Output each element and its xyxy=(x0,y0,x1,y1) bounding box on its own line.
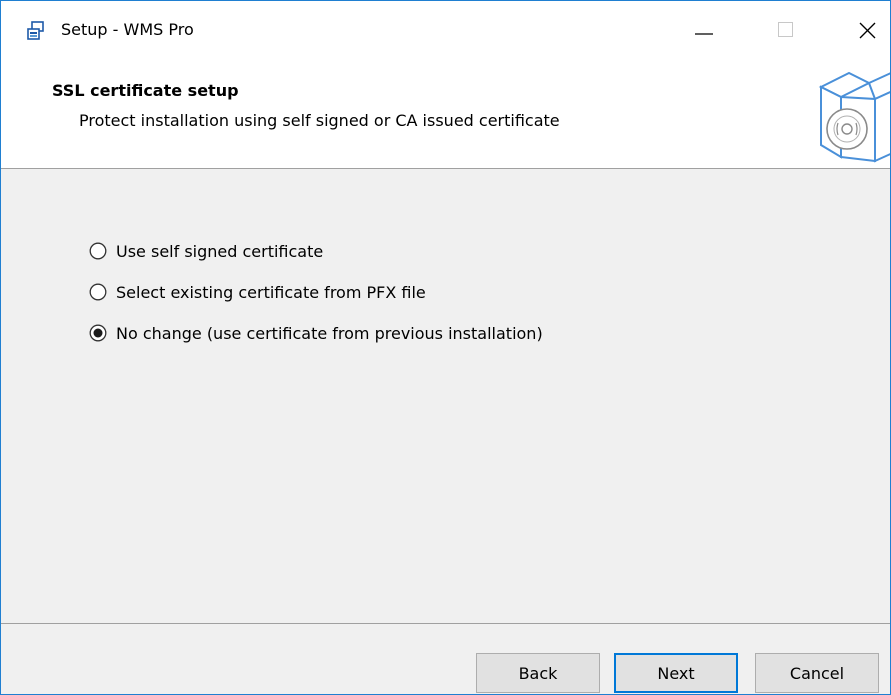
window-title: Setup - WMS Pro xyxy=(61,20,194,39)
close-icon xyxy=(859,22,876,39)
option-self-signed-label: Use self signed certificate xyxy=(116,241,324,261)
option-pfx-file[interactable]: Select existing certificate from PFX fil… xyxy=(89,280,426,304)
radio-button-unchecked[interactable] xyxy=(89,242,107,260)
option-no-change[interactable]: No change (use certificate from previous… xyxy=(89,321,543,345)
maximize-icon xyxy=(778,22,793,37)
back-button[interactable]: Back xyxy=(476,653,600,693)
wizard-header: SSL certificate setup Protect installati… xyxy=(1,61,890,169)
wizard-footer: Back Next Cancel xyxy=(1,624,890,694)
close-button[interactable] xyxy=(837,1,890,61)
option-self-signed[interactable]: Use self signed certificate xyxy=(89,239,323,263)
setup-window: Setup - WMS Pro SSL certificate setup Pr… xyxy=(0,0,891,695)
software-box-disc-icon xyxy=(807,65,890,165)
options-panel: Use self signed certificate Select exist… xyxy=(1,169,890,624)
title-bar[interactable]: Setup - WMS Pro xyxy=(1,1,890,61)
cancel-button[interactable]: Cancel xyxy=(755,653,879,693)
minimize-icon xyxy=(695,33,713,35)
radio-button-unchecked[interactable] xyxy=(89,283,107,301)
minimize-button[interactable] xyxy=(677,1,733,61)
setup-installer-icon xyxy=(26,21,46,41)
page-subtitle: Protect installation using self signed o… xyxy=(79,111,560,130)
option-no-change-label: No change (use certificate from previous… xyxy=(116,323,543,343)
page-title: SSL certificate setup xyxy=(52,81,239,100)
next-button[interactable]: Next xyxy=(614,653,738,693)
radio-button-checked[interactable] xyxy=(89,324,107,342)
maximize-button[interactable] xyxy=(760,1,816,61)
option-pfx-file-label: Select existing certificate from PFX fil… xyxy=(116,282,426,302)
